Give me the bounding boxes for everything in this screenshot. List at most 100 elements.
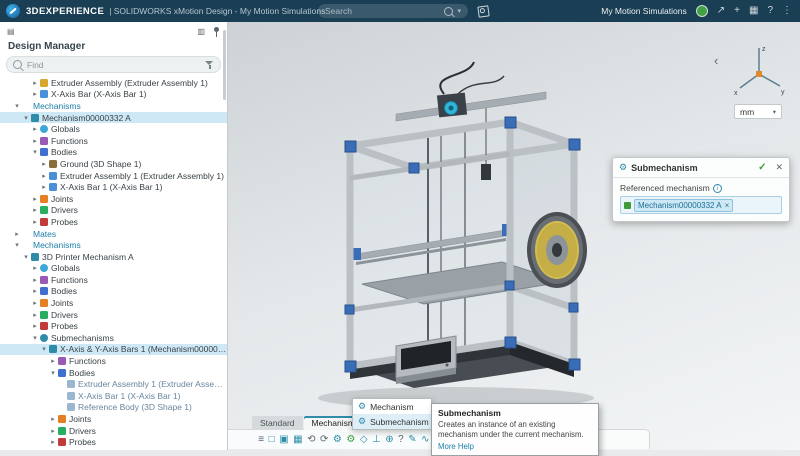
chevron-right-icon[interactable]: ▸ bbox=[31, 79, 39, 87]
filter-icon[interactable] bbox=[205, 60, 214, 69]
chevron-right-icon[interactable]: ▸ bbox=[31, 90, 39, 98]
menu-item-mechanism[interactable]: ⚙Mechanism bbox=[353, 399, 431, 414]
save-icon[interactable]: ▣ bbox=[279, 435, 288, 445]
more-icon[interactable]: ⋮ bbox=[782, 6, 792, 16]
tree-item[interactable]: ▸X-Axis Bar (X-Axis Bar 1) bbox=[0, 89, 227, 101]
tree-item[interactable]: ▾Bodies bbox=[0, 367, 227, 379]
find-input[interactable]: Find bbox=[6, 56, 221, 73]
chevron-right-icon[interactable]: ▸ bbox=[49, 438, 57, 446]
chevron-down-icon[interactable]: ▾ bbox=[13, 102, 21, 110]
spring-icon[interactable]: ∿ bbox=[421, 435, 429, 445]
chevron-right-icon[interactable]: ▸ bbox=[31, 195, 39, 203]
tree-item[interactable]: ▸Joints bbox=[0, 413, 227, 425]
tree-item[interactable]: ▸Bodies bbox=[0, 286, 227, 298]
tree-item[interactable]: ▾Bodies bbox=[0, 147, 227, 159]
confirm-button[interactable]: ✓ bbox=[758, 163, 766, 173]
chevron-right-icon[interactable]: ▸ bbox=[31, 206, 39, 214]
chevron-right-icon[interactable]: ▸ bbox=[40, 183, 48, 191]
menu-icon[interactable]: ≡ bbox=[258, 435, 264, 445]
tab-standard[interactable]: Standard bbox=[252, 416, 303, 430]
referenced-mechanism-field[interactable]: Mechanism00000332 A × bbox=[620, 196, 782, 214]
submechanism-icon[interactable]: ⚙ bbox=[346, 435, 355, 445]
chevron-right-icon[interactable]: ▸ bbox=[31, 218, 39, 226]
help-icon[interactable]: ? bbox=[767, 6, 773, 16]
tree-item[interactable]: ▾Mechanisms bbox=[0, 100, 227, 112]
tree-scrollbar[interactable] bbox=[223, 30, 226, 100]
chevron-down-icon[interactable]: ▾ bbox=[40, 345, 48, 353]
tree-item[interactable]: ▾3D Printer Mechanism A bbox=[0, 251, 227, 263]
chip-remove-icon[interactable]: × bbox=[725, 201, 730, 210]
edit-icon[interactable]: ✎ bbox=[408, 435, 416, 445]
open-icon[interactable]: □ bbox=[269, 435, 275, 445]
tree-item[interactable]: Reference Body (3D Shape 1) bbox=[0, 402, 227, 414]
chevron-right-icon[interactable]: ▸ bbox=[31, 311, 39, 319]
chevron-right-icon[interactable]: ▸ bbox=[31, 322, 39, 330]
chevron-right-icon[interactable]: ▸ bbox=[49, 357, 57, 365]
undo-icon[interactable]: ⟲ bbox=[307, 435, 315, 445]
chevron-down-icon[interactable]: ▾ bbox=[13, 241, 21, 249]
search-icon[interactable] bbox=[444, 7, 453, 16]
chevron-down-icon[interactable]: ▾ bbox=[49, 369, 57, 377]
tree-item[interactable]: ▸Probes bbox=[0, 216, 227, 228]
tree-item[interactable]: Extruder Assembly 1 (Extruder Assembly 1… bbox=[0, 378, 227, 390]
panel-grid-icon[interactable]: ▤ bbox=[7, 28, 15, 36]
tree-item[interactable]: ▸Drivers bbox=[0, 205, 227, 217]
tree-item[interactable]: ▸Globals bbox=[0, 263, 227, 275]
tree-item[interactable]: ▾Mechanism00000332 A bbox=[0, 112, 227, 124]
tree-item[interactable]: ▸Extruder Assembly (Extruder Assembly 1) bbox=[0, 77, 227, 89]
tree-item[interactable]: ▸Functions bbox=[0, 135, 227, 147]
chevron-right-icon[interactable]: ▸ bbox=[40, 172, 48, 180]
chevron-down-icon[interactable]: ▾ bbox=[22, 253, 30, 261]
tree-item[interactable]: ▾X-Axis & Y-Axis Bars 1 (Mechanism000003… bbox=[0, 344, 227, 356]
3d-printer-model[interactable] bbox=[278, 48, 618, 418]
tree-item[interactable]: ▸Mates bbox=[0, 228, 227, 240]
chevron-down-icon[interactable]: ▾ bbox=[457, 7, 461, 15]
view-triad[interactable]: z x y bbox=[730, 40, 788, 100]
share-icon[interactable]: ↗ bbox=[717, 6, 725, 16]
chevron-right-icon[interactable]: ▸ bbox=[49, 427, 57, 435]
tree-item[interactable]: ▸Extruder Assembly 1 (Extruder Assembly … bbox=[0, 170, 227, 182]
chevron-down-icon[interactable]: ▾ bbox=[22, 114, 30, 122]
tree-item[interactable]: ▾Submechanisms bbox=[0, 332, 227, 344]
chevron-right-icon[interactable]: ▸ bbox=[49, 415, 57, 423]
tree-item[interactable]: ▸Globals bbox=[0, 123, 227, 135]
joint-icon[interactable]: ⊕ bbox=[385, 435, 393, 445]
chevron-down-icon[interactable]: ▾ bbox=[31, 148, 39, 156]
units-dropdown[interactable]: mm ▾ bbox=[734, 104, 782, 119]
3dexperience-compass-icon[interactable] bbox=[6, 4, 20, 18]
tree-item[interactable]: ▸Functions bbox=[0, 355, 227, 367]
tag-icon[interactable] bbox=[477, 5, 489, 17]
apps-grid-icon[interactable]: ▦ bbox=[749, 6, 758, 16]
global-search-input[interactable]: Search ▾ bbox=[318, 4, 468, 18]
help-icon[interactable]: ? bbox=[398, 435, 404, 445]
chevron-right-icon[interactable]: ▸ bbox=[31, 137, 39, 145]
redo-icon[interactable]: ⟳ bbox=[320, 435, 328, 445]
mechanism-chip[interactable]: Mechanism00000332 A × bbox=[634, 199, 733, 212]
viewport-3d[interactable] bbox=[228, 22, 800, 450]
mechanism-icon[interactable]: ⚙ bbox=[333, 435, 342, 445]
tree-item[interactable]: ▾Mechanisms bbox=[0, 239, 227, 251]
info-icon[interactable]: i bbox=[713, 184, 722, 193]
menu-item-submechanism[interactable]: ⚙Submechanism bbox=[353, 414, 431, 429]
body-icon[interactable]: ◇ bbox=[360, 435, 368, 445]
tree-item[interactable]: ▸X-Axis Bar 1 (X-Axis Bar 1) bbox=[0, 181, 227, 193]
close-button[interactable]: ✕ bbox=[775, 163, 783, 172]
tree-item[interactable]: X-Axis Bar 1 (X-Axis Bar 1) bbox=[0, 390, 227, 402]
ground-icon[interactable]: ⊥ bbox=[372, 435, 381, 445]
collapse-panel-icon[interactable]: ‹ bbox=[714, 54, 718, 67]
tree-item[interactable]: ▸Joints bbox=[0, 193, 227, 205]
tree-item[interactable]: ▸Drivers bbox=[0, 309, 227, 321]
tree-item[interactable]: ▸Ground (3D Shape 1) bbox=[0, 158, 227, 170]
add-icon[interactable]: + bbox=[734, 6, 740, 16]
chevron-right-icon[interactable]: ▸ bbox=[40, 160, 48, 168]
tree-item[interactable]: ▸Joints bbox=[0, 297, 227, 309]
chevron-right-icon[interactable]: ▸ bbox=[31, 287, 39, 295]
tree-item[interactable]: ▸Functions bbox=[0, 274, 227, 286]
chevron-right-icon[interactable]: ▸ bbox=[31, 264, 39, 272]
tree-item[interactable]: ▸Probes bbox=[0, 436, 227, 448]
chevron-down-icon[interactable]: ▾ bbox=[31, 334, 39, 342]
chevron-right-icon[interactable]: ▸ bbox=[31, 125, 39, 133]
tree-item[interactable]: ▸Probes bbox=[0, 320, 227, 332]
user-avatar[interactable] bbox=[696, 5, 708, 17]
tree-item[interactable]: ▸Drivers bbox=[0, 425, 227, 437]
